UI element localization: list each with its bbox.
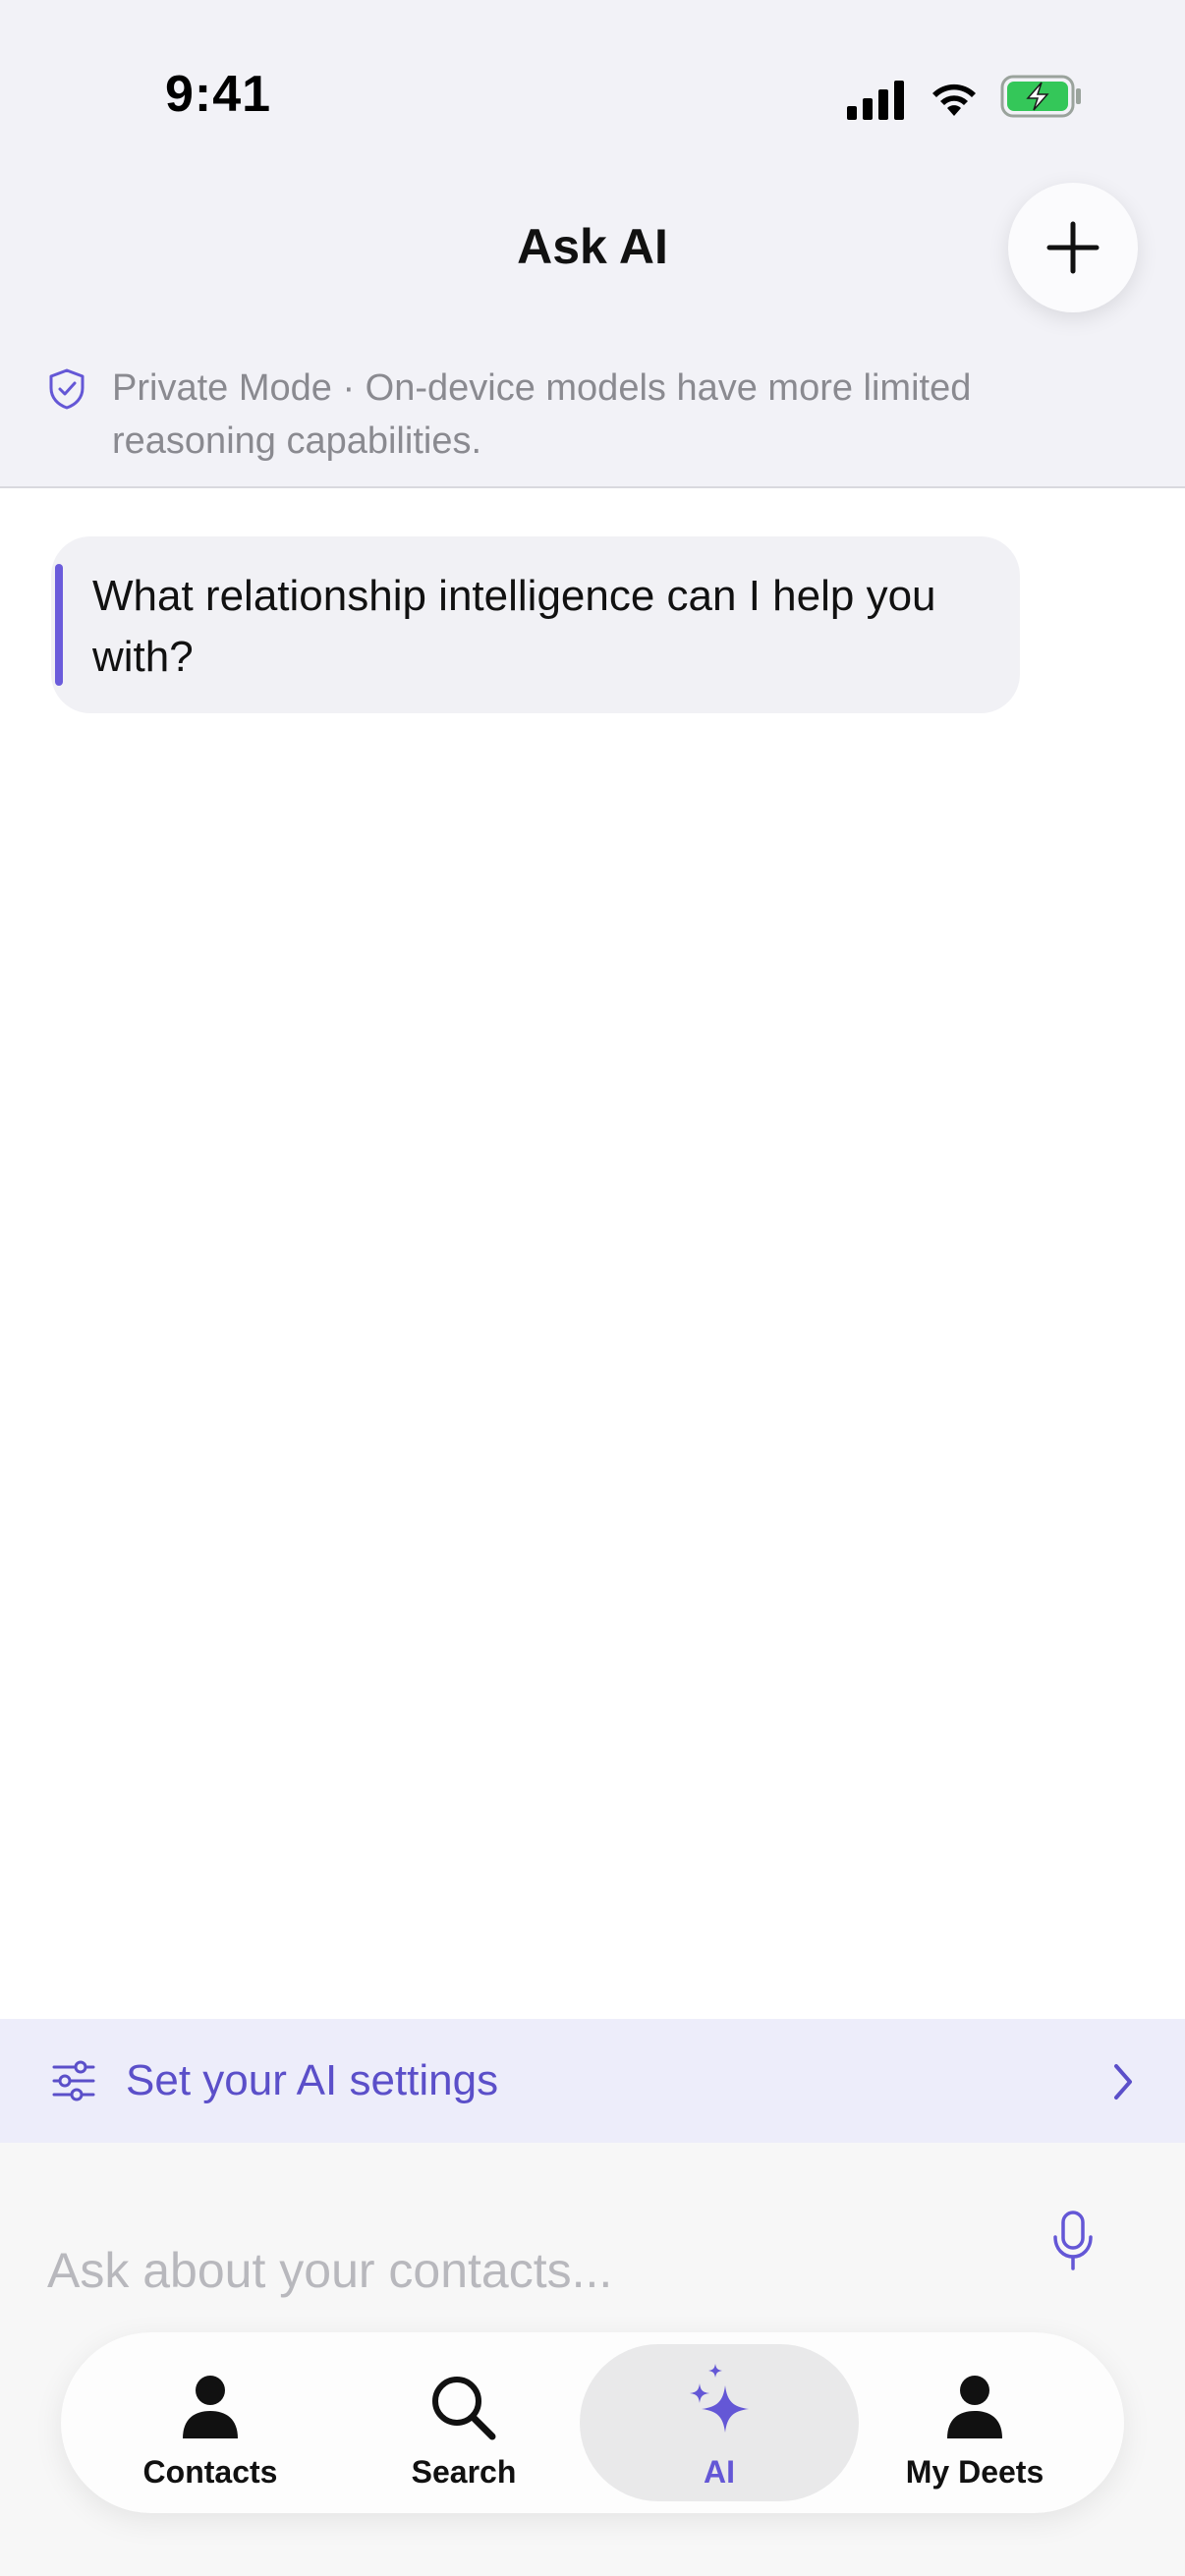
- ai-settings-label: Set your AI settings: [126, 2056, 499, 2104]
- tab-label: Contacts: [142, 2454, 278, 2490]
- chevron-right-icon: [1114, 2064, 1132, 2100]
- tab-label: Search: [411, 2454, 517, 2490]
- person-icon: [947, 2376, 1002, 2438]
- sparkles-icon: [690, 2364, 749, 2433]
- tab-label: AI: [704, 2454, 735, 2490]
- magnifier-icon: [432, 2377, 496, 2440]
- microphone-icon[interactable]: [1051, 2210, 1095, 2272]
- tab-label: My Deets: [905, 2454, 1044, 2490]
- battery-icon: [1000, 75, 1081, 118]
- cellular-signal-icon: [847, 81, 904, 120]
- sliders-icon: [52, 2060, 95, 2101]
- status-time: 9:41: [165, 66, 272, 123]
- tab-contacts[interactable]: Contacts: [83, 2344, 338, 2501]
- assistant-message-text: What relationship intelligence can I hel…: [92, 572, 936, 681]
- header-area: 9:41 Ask AI Private Mode · On-device mod…: [0, 0, 1185, 488]
- tab-bar: Contacts Search AI My Deets: [61, 2332, 1124, 2513]
- ask-input[interactable]: [47, 2231, 990, 2310]
- plus-icon: [1046, 221, 1100, 274]
- wifi-icon: [932, 84, 976, 116]
- person-icon: [183, 2376, 238, 2438]
- tab-my-deets[interactable]: My Deets: [847, 2344, 1102, 2501]
- private-mode-banner: Private Mode · On-device models have mor…: [112, 367, 972, 462]
- tab-search[interactable]: Search: [336, 2344, 592, 2501]
- ai-settings-row[interactable]: Set your AI settings: [0, 2019, 1185, 2143]
- new-chat-button[interactable]: [1008, 183, 1138, 312]
- status-icons: [847, 71, 1083, 120]
- tab-ai[interactable]: AI: [580, 2344, 859, 2501]
- assistant-message-bubble: What relationship intelligence can I hel…: [51, 536, 1020, 713]
- shield-check-icon: [49, 368, 85, 410]
- message-accent-bar: [55, 564, 63, 686]
